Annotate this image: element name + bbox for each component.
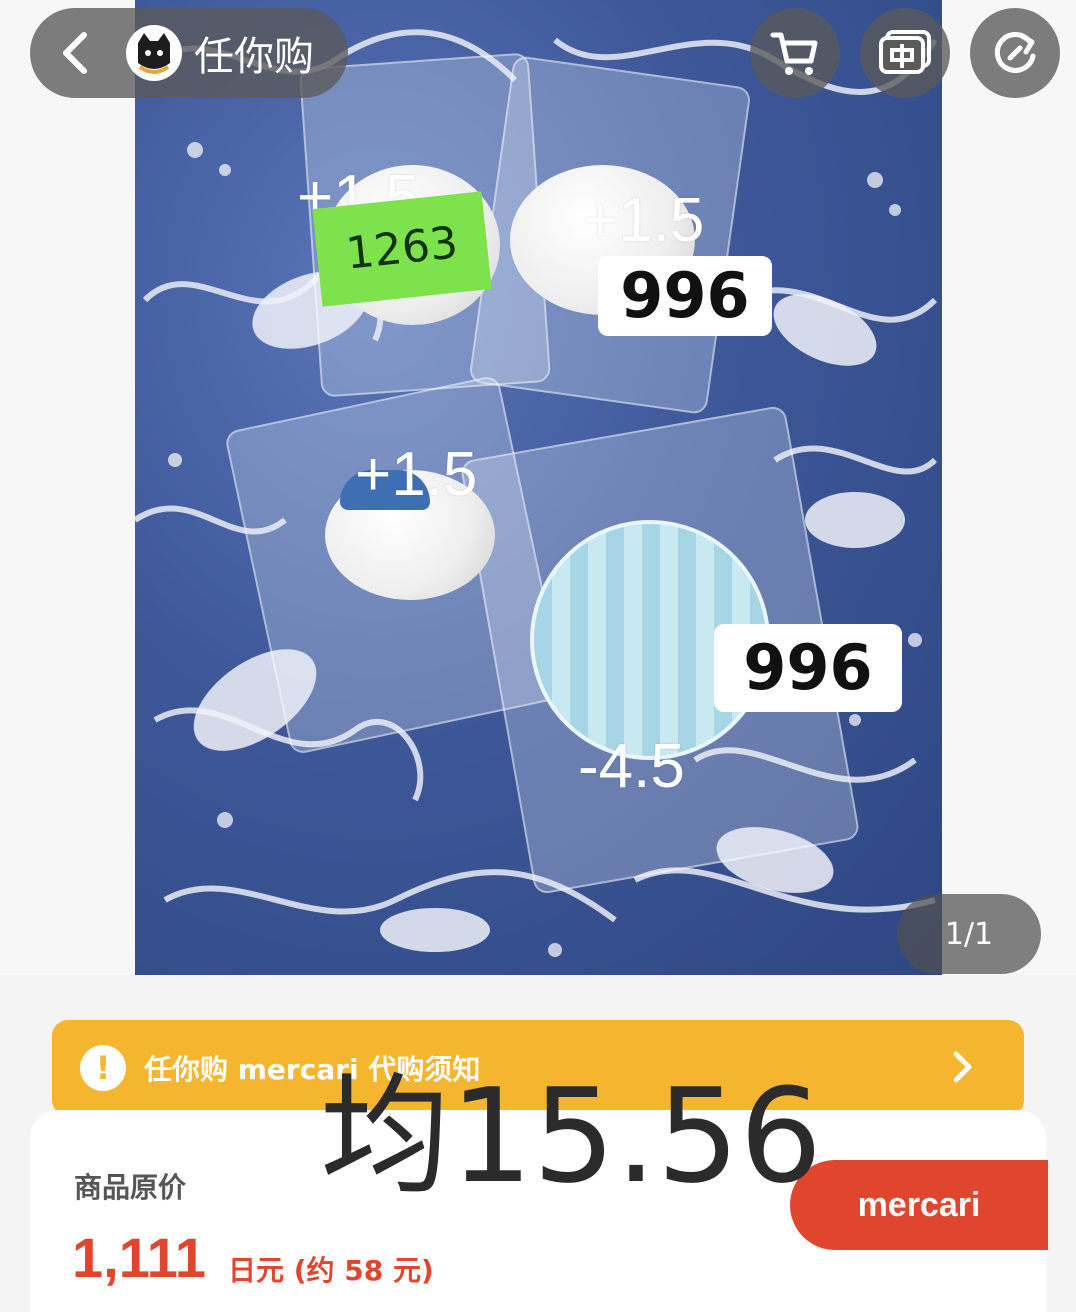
back-button[interactable] xyxy=(30,8,120,98)
translate-button[interactable] xyxy=(860,8,950,98)
product-image[interactable] xyxy=(135,0,942,975)
cart-icon xyxy=(770,32,818,75)
top-nav-pill: 任你购 xyxy=(30,8,348,98)
price-currency-note: 日元 (约 58 元) xyxy=(228,1254,434,1287)
image-page-indicator: 1/1 xyxy=(897,894,1041,974)
average-price-overlay: 均15.56 xyxy=(320,1060,823,1212)
refresh-icon xyxy=(994,31,1036,73)
price-value: 1,111 xyxy=(72,1226,206,1289)
translate-icon xyxy=(879,30,931,74)
brand-name: 任你购 xyxy=(194,34,314,80)
price-tag-white-2: 996 xyxy=(714,624,902,712)
cart-button[interactable] xyxy=(750,8,840,98)
overlay-plus-3: +1.5 xyxy=(355,440,478,509)
original-price-label: 商品原价 xyxy=(74,1171,187,1204)
refresh-button[interactable] xyxy=(970,8,1060,98)
overlay-plus-2: +1.5 xyxy=(582,186,705,255)
price-tag-green: 1263 xyxy=(312,191,492,307)
chevron-left-icon xyxy=(63,32,87,74)
price-tag-white-1: 996 xyxy=(598,256,772,336)
overlay-minus: -4.5 xyxy=(578,732,685,801)
chevron-right-icon xyxy=(953,1051,972,1083)
exclamation-icon: ! xyxy=(80,1045,126,1091)
mercari-button[interactable]: mercari xyxy=(790,1160,1048,1250)
cat-logo-icon xyxy=(126,25,182,81)
